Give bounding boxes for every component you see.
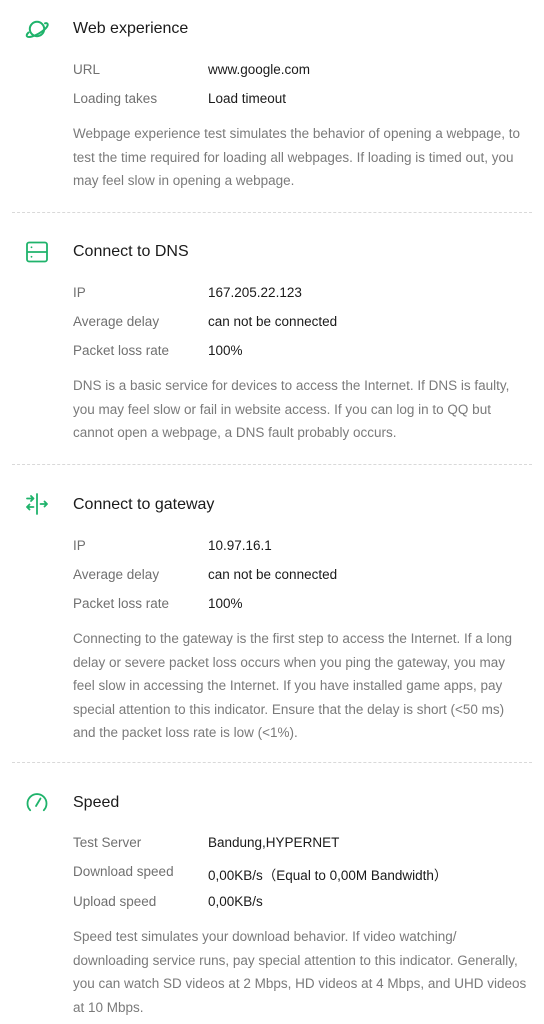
section-divider [12, 464, 532, 465]
test-server-label: Test Server [73, 835, 142, 850]
section-title: Connect to gateway [73, 496, 215, 513]
download-speed-value: 0,00KB/s（Equal to 0,00M Bandwidth） [208, 868, 448, 883]
section-title: Speed [73, 794, 120, 811]
section-title: Web experience [73, 20, 189, 37]
gateway-average-delay-label: Average delay [73, 567, 160, 582]
gateway-packet-loss-label: Packet loss rate [73, 596, 170, 611]
upload-speed-label: Upload speed [73, 894, 157, 909]
loading-takes-label: Loading takes [73, 91, 158, 106]
section-divider [12, 762, 532, 763]
gateway-average-delay-value: can not be connected [208, 567, 338, 582]
dns-average-delay-label: Average delay [73, 314, 160, 329]
dns-packet-loss-value: 100% [208, 343, 243, 358]
section-description: Webpage experience test simulates the be… [73, 126, 521, 188]
globe-orbit-icon [24, 16, 50, 42]
dns-packet-loss-label: Packet loss rate [73, 343, 170, 358]
section-description: Connecting to the gateway is the first s… [73, 631, 513, 740]
dns-ip-value: 167.205.22.123 [208, 285, 302, 300]
section-title: Connect to DNS [73, 243, 189, 260]
network-diagnosis-page: Web experience URL www.google.com Loadin… [0, 0, 544, 1024]
section-description: Speed test simulates your download behav… [73, 929, 527, 1015]
url-value: www.google.com [208, 62, 311, 77]
speedometer-icon [24, 789, 50, 815]
section-description: DNS is a basic service for devices to ac… [73, 378, 510, 440]
download-speed-label: Download speed [73, 864, 174, 879]
test-server-value: Bandung,HYPERNET [208, 835, 340, 850]
upload-speed-value: 0,00KB/s [208, 894, 263, 909]
gateway-ip-value: 10.97.16.1 [208, 538, 272, 553]
loading-takes-value: Load timeout [208, 91, 287, 106]
dns-ip-label: IP [73, 285, 86, 300]
gateway-arrows-icon [24, 491, 50, 517]
section-divider [12, 212, 532, 213]
dns-server-icon [24, 239, 50, 265]
gateway-packet-loss-value: 100% [208, 596, 243, 611]
url-label: URL [73, 62, 101, 77]
dns-average-delay-value: can not be connected [208, 314, 338, 329]
gateway-ip-label: IP [73, 538, 86, 553]
